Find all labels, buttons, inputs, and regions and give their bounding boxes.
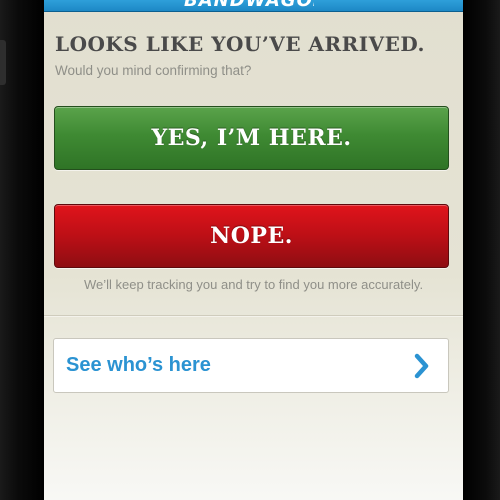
phone-side-button xyxy=(0,40,6,85)
phone-bezel-right xyxy=(463,0,500,500)
chevron-right-icon xyxy=(410,352,434,380)
yes-button-label: YES, I’M HERE. xyxy=(151,125,352,151)
see-whos-here-row[interactable]: See who’s here xyxy=(53,338,449,393)
see-whos-here-label: See who’s here xyxy=(66,354,211,376)
app-screen: BANDWAGON LOOKS LIKE YOU’VE ARRIVED. Wou… xyxy=(44,0,463,500)
nope-button-label: NOPE. xyxy=(210,223,293,249)
section-divider xyxy=(44,315,463,317)
app-logo-text: BANDWAGON xyxy=(184,0,314,10)
app-header-bar: BANDWAGON xyxy=(44,0,463,12)
nope-button[interactable]: NOPE. xyxy=(54,204,449,268)
tracking-note: We’ll keep tracking you and try to find … xyxy=(83,277,424,292)
phone-frame: BANDWAGON LOOKS LIKE YOU’VE ARRIVED. Wou… xyxy=(0,0,500,500)
phone-bezel-left xyxy=(0,0,44,500)
yes-im-here-button[interactable]: YES, I’M HERE. xyxy=(54,106,449,170)
page-subtitle: Would you mind confirming that? xyxy=(55,63,252,78)
app-logo: BANDWAGON xyxy=(184,0,314,10)
page-title: LOOKS LIKE YOU’VE ARRIVED. xyxy=(55,32,426,56)
